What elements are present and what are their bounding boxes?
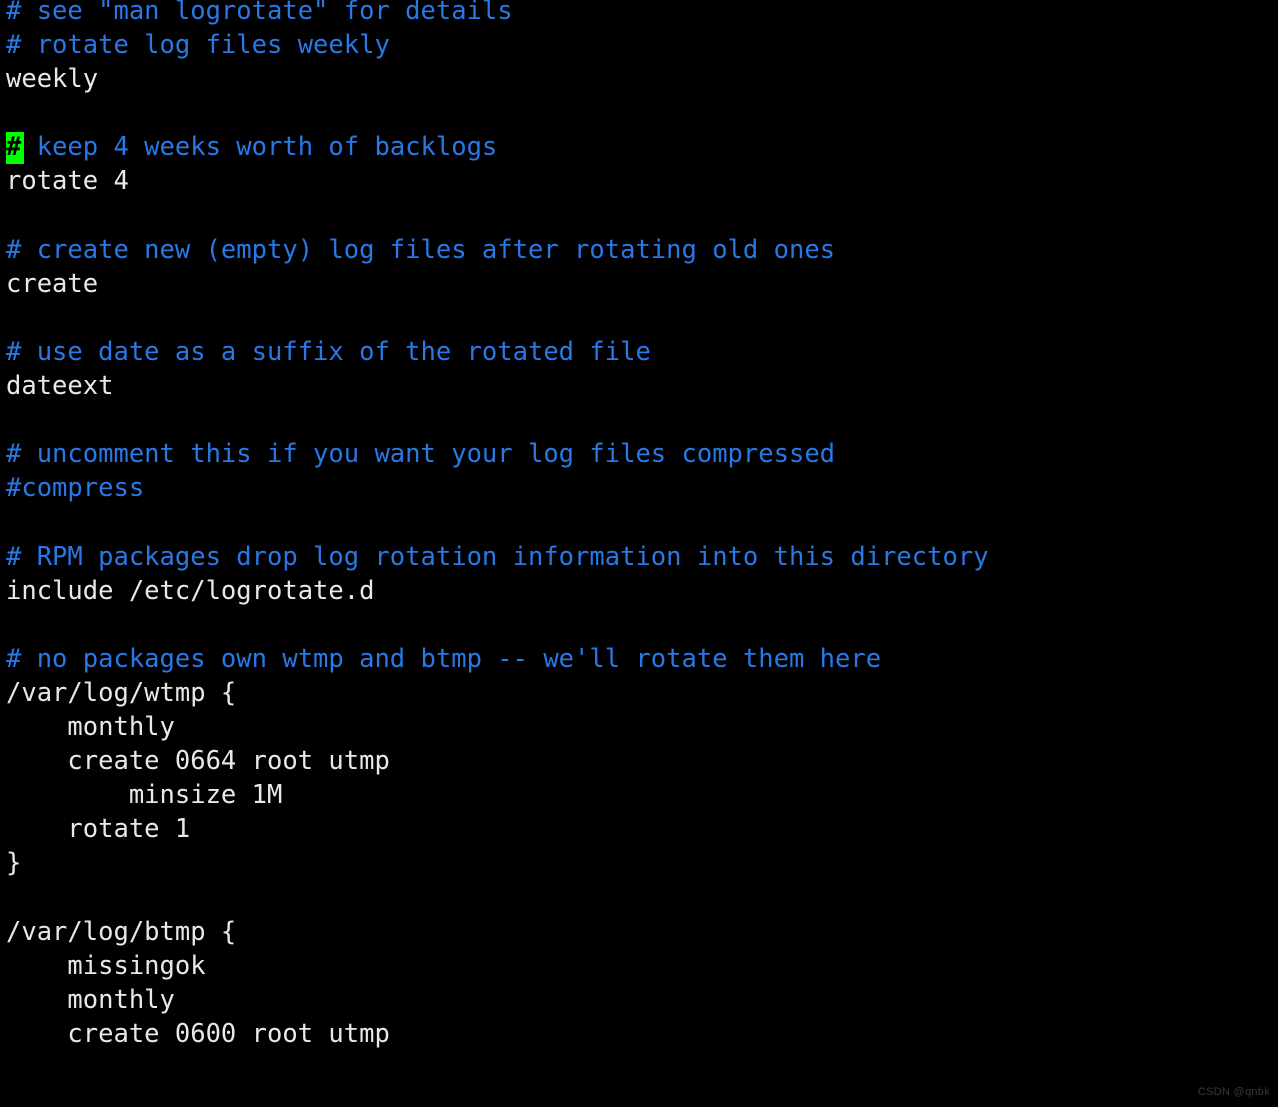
terminal-line: rotate 1 [6,814,191,845]
text-cursor: # [6,132,24,165]
terminal-line-with-cursor: # keep 4 weeks worth of backlogs [6,130,1278,164]
terminal-line: /var/log/btmp { [6,916,237,947]
terminal-line: # uncomment this if you want your log fi… [6,439,836,470]
terminal-line: include /etc/logrotate.d [6,575,375,606]
terminal-line: create 0664 root utmp [6,746,390,777]
terminal-line: # no packages own wtmp and btmp -- we'll… [6,643,882,674]
line-remainder: keep 4 weeks worth of backlogs [21,132,498,163]
terminal-line: # see "man logrotate" for details [6,0,513,26]
terminal-line: # use date as a suffix of the rotated fi… [6,336,651,367]
terminal-text-area[interactable]: # see "man logrotate" for details # rotat… [6,0,1278,1051]
terminal-line: missingok [6,950,206,981]
terminal-line: rotate 4 [6,166,129,197]
terminal-line: } [6,848,22,879]
terminal-line: #compress [6,473,145,504]
terminal-line: create 0600 root utmp [6,1018,390,1049]
terminal-line: # rotate log files weekly [6,30,390,61]
terminal-line: /var/log/wtmp { [6,677,237,708]
terminal-line: dateext [6,371,114,402]
terminal-line: weekly [6,64,99,95]
terminal-line: # create new (empty) log files after rot… [6,234,836,265]
terminal-line: monthly [6,984,175,1015]
terminal-line: monthly [6,711,175,742]
terminal-line: minsize 1M [6,780,283,811]
csdn-watermark: CSDN @qnbk [1197,1086,1270,1098]
terminal-window[interactable]: # see "man logrotate" for details # rotat… [0,0,1278,1107]
terminal-line: # RPM packages drop log rotation informa… [6,541,989,572]
terminal-line: create [6,268,99,299]
cursor-character: # [6,132,22,163]
